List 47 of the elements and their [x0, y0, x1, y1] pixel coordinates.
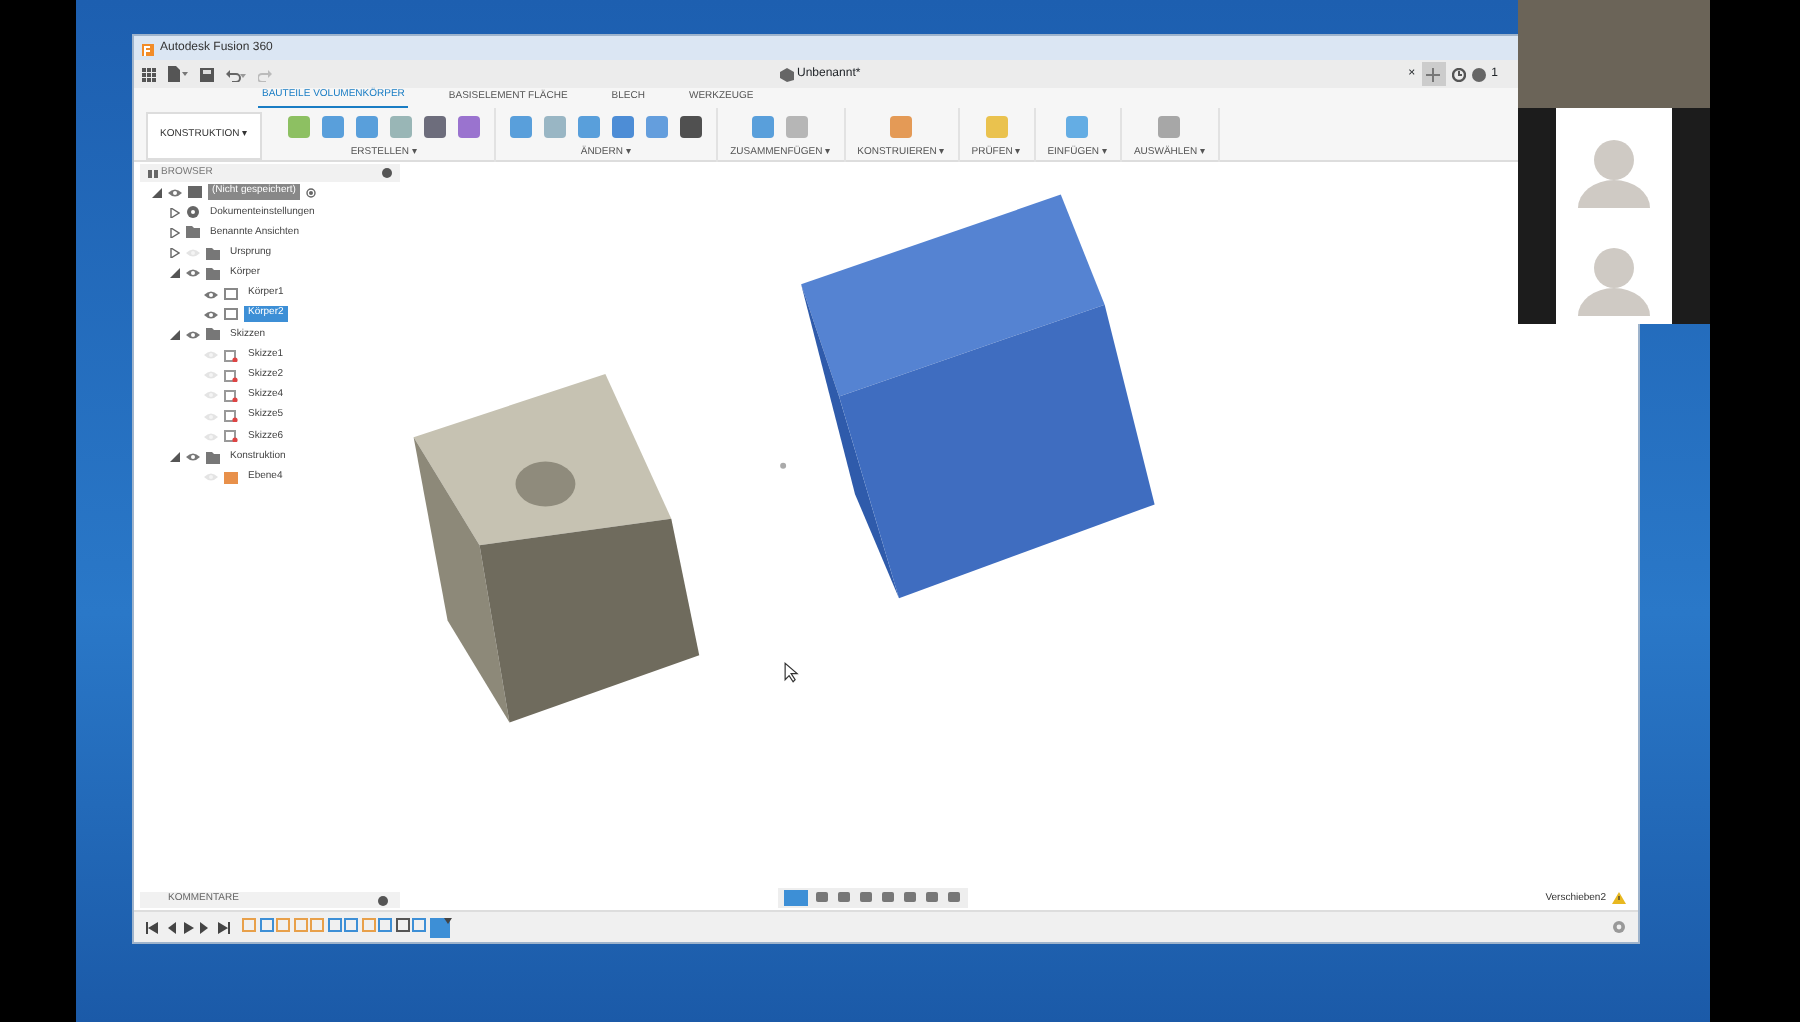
- tool-icon[interactable]: [456, 113, 483, 139]
- expanded-triangle-icon[interactable]: [170, 268, 180, 279]
- play-icon[interactable]: [182, 921, 194, 933]
- eye-icon[interactable]: [204, 309, 218, 320]
- app-logo-icon: [142, 41, 154, 55]
- expanded-triangle-icon[interactable]: [170, 329, 180, 340]
- collapsed-triangle-icon[interactable]: [170, 207, 180, 218]
- eye-icon[interactable]: [168, 187, 182, 198]
- folder-icon: [206, 328, 220, 341]
- eye-icon[interactable]: [186, 268, 200, 279]
- skip-start-icon[interactable]: [146, 921, 158, 933]
- pivot-point: [780, 462, 787, 469]
- file-icon[interactable]: [168, 66, 188, 82]
- settings-icon[interactable]: [1612, 920, 1626, 934]
- sketch-icon: [224, 349, 238, 362]
- timeline-marker-icon[interactable]: [429, 917, 451, 937]
- eye-icon[interactable]: [186, 329, 200, 340]
- radio-icon[interactable]: [305, 187, 316, 198]
- step-forward-icon[interactable]: [200, 921, 212, 933]
- warning-icon: [1612, 892, 1626, 905]
- tool-icon[interactable]: [610, 113, 637, 139]
- expanded-triangle-icon[interactable]: [152, 187, 162, 198]
- eye-icon[interactable]: [186, 452, 200, 463]
- collapsed-triangle-icon[interactable]: [170, 248, 180, 259]
- sketch-icon: [224, 410, 238, 423]
- undo-icon[interactable]: [226, 67, 246, 81]
- plane-icon: [224, 471, 238, 484]
- clock-icon[interactable]: [1451, 67, 1466, 81]
- sketch-icon: [224, 369, 238, 382]
- sketch-icon: [224, 430, 238, 443]
- collapse-icon[interactable]: [148, 169, 158, 177]
- sketch-icon: [224, 389, 238, 402]
- collapsed-triangle-icon[interactable]: [170, 227, 180, 238]
- plus-icon: [1426, 67, 1441, 81]
- folder-icon: [206, 451, 220, 464]
- cursor-icon: [784, 662, 799, 683]
- expanded-triangle-icon[interactable]: [170, 452, 180, 463]
- save-icon[interactable]: [200, 67, 214, 81]
- cube-icon: [780, 67, 794, 81]
- tool-icon[interactable]: [678, 113, 705, 139]
- step-back-icon[interactable]: [164, 921, 176, 933]
- new-tab-button[interactable]: [1421, 62, 1446, 86]
- gear-icon: [186, 206, 200, 219]
- tool-icon[interactable]: [422, 113, 449, 139]
- skip-end-icon[interactable]: [218, 921, 230, 933]
- eye-icon[interactable]: [204, 289, 218, 300]
- component-icon: [188, 186, 202, 199]
